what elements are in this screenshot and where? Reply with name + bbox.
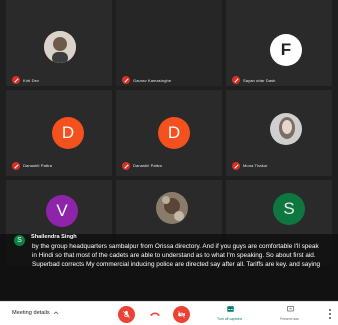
camera-off-icon	[177, 310, 186, 319]
avatar-initial: D	[167, 123, 181, 142]
meeting-details-label: Meeting details	[12, 310, 50, 316]
present-now-label: Present now	[280, 317, 299, 321]
turn-off-captions-label: Turn off captions	[217, 317, 243, 321]
avatar	[44, 31, 76, 63]
mic-off-icon	[12, 162, 20, 170]
mic-off-icon	[232, 76, 240, 84]
participant-name: Mona Thakur	[243, 163, 268, 168]
hang-up-button[interactable]	[147, 309, 163, 319]
more-vert-icon	[329, 309, 331, 311]
captions-icon	[227, 306, 234, 312]
participant-tile[interactable]: Mona Thakur	[226, 90, 332, 176]
avatar: F	[270, 34, 302, 66]
mic-off-icon	[122, 76, 130, 84]
avatar-initial: D	[61, 123, 75, 142]
caption-speaker-name: Shailendra Singh	[31, 234, 77, 240]
present-screen-icon	[287, 306, 294, 312]
participant-name: Danashit Pattra	[23, 163, 53, 168]
mic-off-icon	[122, 162, 130, 170]
more-options-button[interactable]	[326, 308, 334, 320]
participant-name: Gaurav Kamasinghe	[133, 78, 172, 83]
participant-tile[interactable]: D Danashil Pattra	[116, 90, 222, 176]
participant-name: Sayan ottar Dash	[243, 78, 276, 83]
avatar: D	[158, 117, 190, 149]
mic-off-icon	[12, 76, 20, 84]
participant-name: Kirti Dev	[23, 78, 40, 83]
avatar: V	[46, 195, 78, 227]
bottom-toolbar: Meeting details Turn off captions Presen…	[0, 301, 338, 325]
camera-toggle-button[interactable]	[173, 306, 190, 323]
participant-tile[interactable]: D Danashit Pattra	[6, 90, 112, 176]
present-now-button[interactable]: Present now	[270, 305, 310, 325]
captions-toggle-button[interactable]: Turn off captions	[210, 305, 250, 325]
avatar	[156, 192, 188, 224]
caption-text: by the group headquarters sambalpur from…	[32, 243, 321, 268]
mic-off-icon	[232, 162, 240, 170]
avatar-initial: V	[56, 201, 68, 220]
avatar: D	[52, 117, 84, 149]
chevron-up-icon	[53, 311, 58, 315]
meeting-details-button[interactable]: Meeting details	[12, 310, 59, 316]
participant-tile[interactable]: Gaurav Kamasinghe	[116, 0, 222, 86]
avatar-initial: F	[280, 40, 292, 59]
participant-tile[interactable]: F Sayan ottar Dash	[226, 0, 332, 86]
mic-off-icon	[123, 310, 130, 318]
caption-speaker-avatar: S	[14, 235, 25, 246]
avatar: S	[273, 193, 305, 225]
call-end-icon	[150, 312, 160, 316]
caption-speaker-initial: S	[17, 237, 22, 244]
avatar-initial: S	[283, 199, 295, 218]
mic-toggle-button[interactable]	[118, 306, 135, 323]
avatar	[270, 113, 302, 145]
participant-tile[interactable]: Kirti Dev	[6, 0, 112, 86]
participant-name: Danashil Pattra	[133, 163, 162, 168]
